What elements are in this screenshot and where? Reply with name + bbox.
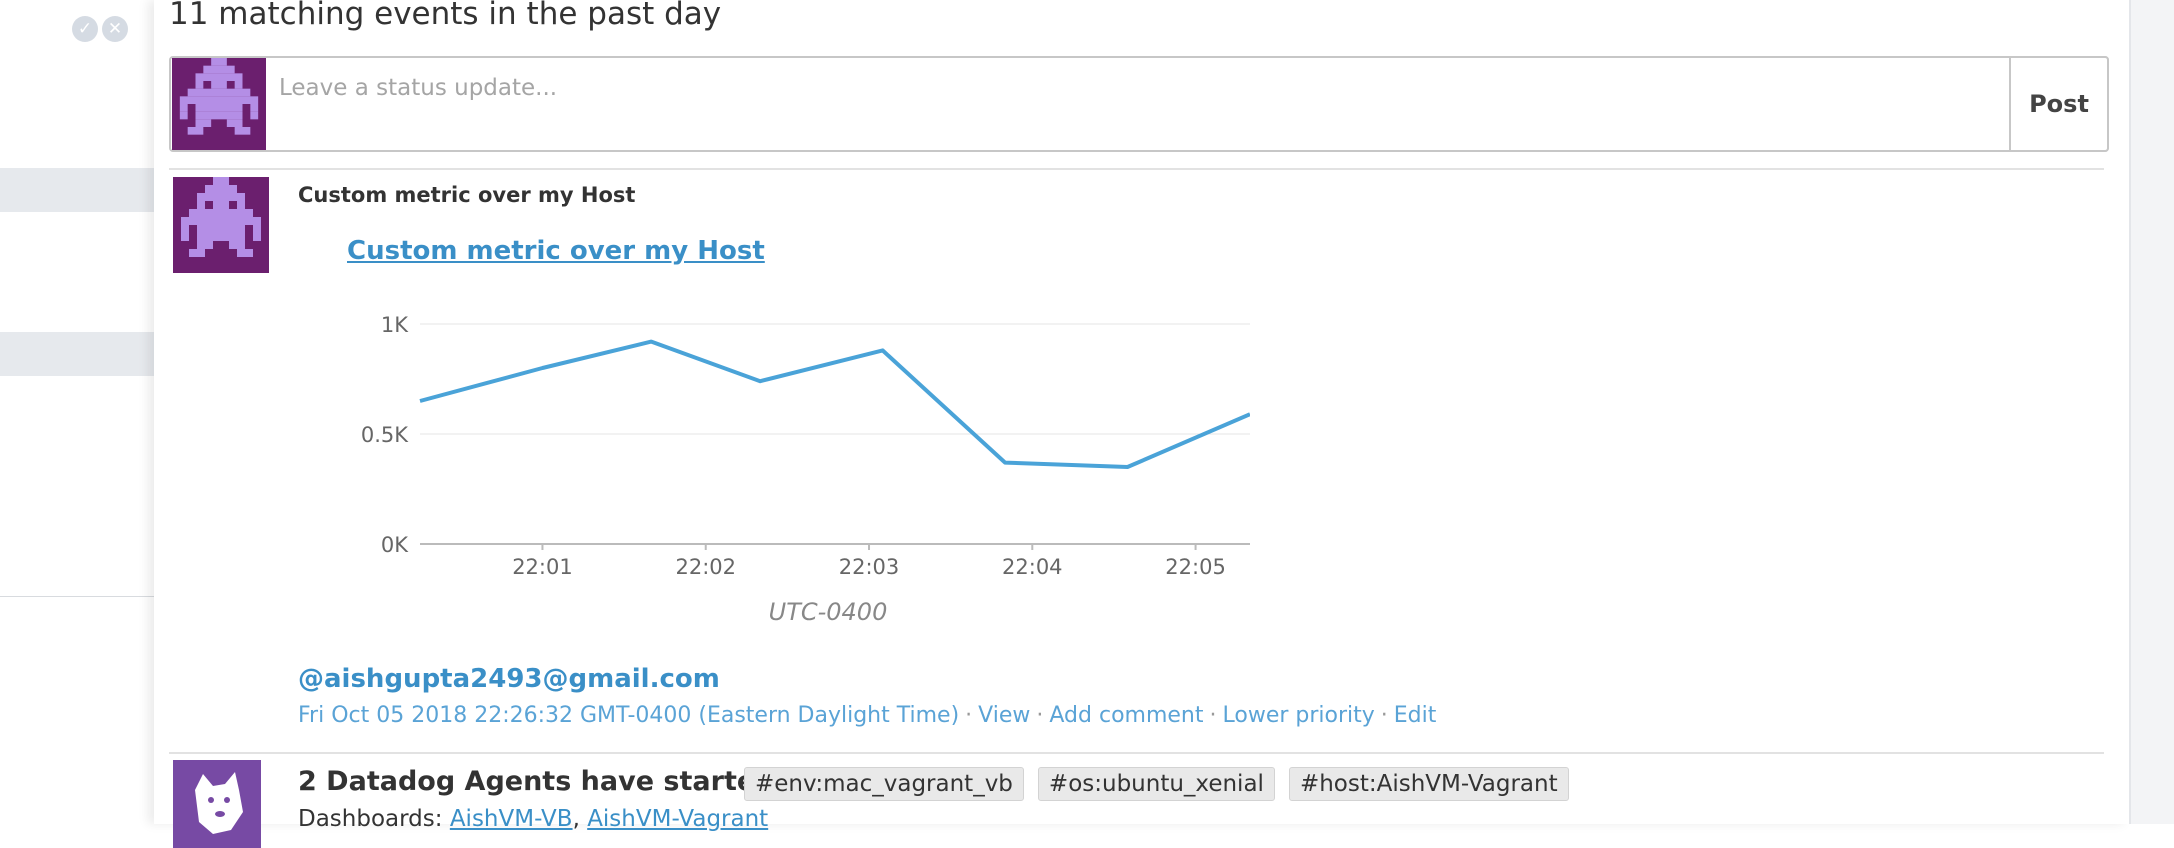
status-update-box: Post [169, 56, 2109, 152]
dashboard-link[interactable]: AishVM-Vagrant [587, 806, 768, 832]
tag-badge[interactable]: #env:mac_vagrant_vb [744, 767, 1024, 801]
left-sidebar: ✓ ✕ [0, 0, 154, 824]
event-author-link[interactable]: @aishgupta2493@gmail.com [298, 664, 720, 694]
x-axis-label: UTC-0400 [769, 598, 888, 626]
check-circle-icon[interactable]: ✓ [72, 16, 98, 42]
status-input[interactable] [279, 68, 1879, 108]
event-meta: Fri Oct 05 2018 22:26:32 GMT-0400 (Easte… [298, 703, 1436, 728]
series-line [419, 339, 1250, 469]
view-link[interactable]: View [978, 703, 1030, 728]
sidebar-divider [0, 596, 154, 597]
close-circle-icon[interactable]: ✕ [102, 16, 128, 42]
event-title: Custom metric over my Host [298, 183, 636, 207]
tag-badge[interactable]: #os:ubuntu_xenial [1037, 767, 1275, 801]
dashboards-line: Dashboards: AishVM-VB, AishVM-Vagrant [298, 806, 768, 832]
scrollbar-track[interactable] [2129, 0, 2174, 824]
datadog-dog-icon [173, 760, 261, 848]
filter-icons: ✓ ✕ [72, 16, 128, 42]
y-tick-label: 0K [381, 533, 409, 557]
event-timestamp[interactable]: Fri Oct 05 2018 22:26:32 GMT-0400 (Easte… [298, 703, 959, 728]
metric-line-chart: 0K 0.5K 1K 22:01 22:02 22:03 22:04 22:05 UTC-0… [361, 313, 1250, 626]
x-tick-label: 22:03 [839, 555, 900, 579]
x-tick-label: 22:02 [675, 555, 736, 579]
edit-link[interactable]: Edit [1394, 703, 1437, 728]
lower-priority-link[interactable]: Lower priority [1223, 703, 1375, 728]
sidebar-row-highlight[interactable] [0, 332, 154, 376]
tag-badge[interactable]: #host:AishVM-Vagrant [1288, 767, 1569, 801]
separator: · [1209, 703, 1217, 728]
y-tick-label: 0.5K [361, 423, 409, 447]
add-comment-link[interactable]: Add comment [1049, 703, 1203, 728]
sidebar-row-highlight[interactable] [0, 168, 154, 212]
separator: · [1036, 703, 1044, 728]
x-tick-label: 22:05 [1165, 555, 1226, 579]
dashboard-link[interactable]: AishVM-VB [450, 806, 573, 832]
x-tick-label: 22:01 [512, 555, 573, 579]
events-count-heading: 11 matching events in the past day [169, 0, 722, 32]
event-title: 2 Datadog Agents have started [298, 766, 775, 797]
separator: · [965, 703, 973, 728]
user-avatar [172, 58, 266, 150]
event-divider [169, 752, 2104, 754]
post-button[interactable]: Post [2009, 56, 2109, 152]
graph-title-link[interactable]: Custom metric over my Host [347, 236, 765, 266]
y-tick-label: 1K [381, 313, 409, 337]
separator-comma: , [572, 806, 588, 832]
dashboards-label: Dashboards: [298, 806, 443, 832]
event-tags: #env:mac_vagrant_vb #os:ubuntu_xenial #h… [744, 767, 1569, 801]
x-tick-label: 22:04 [1002, 555, 1063, 579]
separator: · [1380, 703, 1388, 728]
event-avatar [173, 177, 269, 273]
event-divider [169, 168, 2104, 170]
